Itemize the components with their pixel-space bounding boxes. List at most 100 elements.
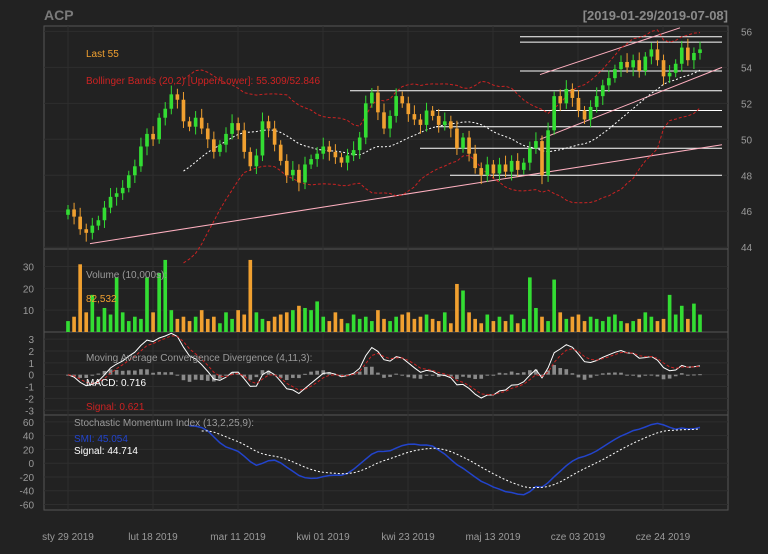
candle-body	[163, 108, 168, 118]
price-y-tick-label: 46	[741, 207, 753, 218]
volume-bar	[406, 312, 411, 332]
legend-macd-title: Moving Average Convergence Divergence (4…	[86, 353, 312, 364]
candle-body	[503, 164, 508, 172]
candle-body	[345, 155, 350, 163]
candle-body	[205, 128, 210, 140]
volume-bar	[692, 303, 696, 332]
macd-histogram-bar	[655, 374, 660, 377]
volume-bar	[169, 310, 174, 332]
macd-histogram-bar	[418, 374, 423, 379]
macd-histogram-bar	[479, 374, 484, 379]
macd-y-tick-label: 1	[28, 359, 34, 370]
price-y-tick-label: 50	[741, 135, 753, 146]
macd-histogram-bar	[485, 374, 490, 376]
candle-body	[461, 137, 465, 149]
volume-bar	[254, 312, 259, 332]
volume-bar	[436, 321, 441, 332]
legend-macd-value: MACD: 0.716	[86, 378, 146, 389]
macd-histogram-bar	[558, 368, 563, 375]
macd-histogram-bar	[151, 372, 155, 375]
macd-histogram-bar	[631, 374, 635, 376]
volume-bar	[72, 316, 76, 332]
volume-bar	[625, 323, 629, 332]
volume-bar	[528, 277, 532, 332]
macd-histogram-bar	[594, 374, 599, 376]
volume-bar	[84, 312, 89, 332]
candle-body	[388, 115, 392, 129]
volume-bar	[661, 318, 666, 332]
smi-y-tick-label: -60	[20, 500, 35, 511]
macd-histogram-bar	[120, 370, 125, 375]
macd-histogram-bar	[643, 374, 648, 376]
x-tick-label: kwi 23 2019	[381, 532, 435, 543]
macd-histogram-bar	[284, 374, 289, 381]
volume-bar	[297, 305, 301, 332]
candle-body	[212, 139, 216, 152]
macd-histogram-bar	[303, 373, 307, 375]
volume-bar	[667, 294, 672, 332]
candle-body	[552, 96, 556, 131]
volume-bar	[78, 264, 82, 332]
candle-body	[230, 123, 234, 134]
candle-body	[187, 121, 192, 127]
macd-histogram-bar	[199, 374, 204, 381]
macd-histogram-bar	[309, 371, 313, 375]
macd-histogram-bar	[357, 371, 362, 375]
volume-bar	[449, 323, 453, 332]
candle-body	[473, 153, 477, 169]
macd-histogram-bar	[424, 374, 429, 376]
smi-y-tick-label: -40	[20, 487, 35, 498]
macd-histogram-bar	[588, 374, 593, 378]
volume-bar	[582, 321, 587, 332]
volume-bar	[637, 318, 642, 332]
volume-y-tick-label: 10	[23, 306, 35, 317]
volume-bar	[266, 321, 271, 332]
x-tick-label: cze 24 2019	[636, 532, 691, 543]
macd-histogram-bar	[667, 374, 672, 379]
candle-body	[673, 63, 678, 73]
candle-body	[370, 92, 374, 104]
volume-bar	[509, 314, 514, 332]
smi-y-tick-label: 0	[28, 459, 34, 470]
volume-bar	[418, 316, 423, 332]
volume-bar	[461, 290, 465, 332]
candle-body	[449, 121, 453, 129]
macd-histogram-bar	[157, 371, 161, 375]
x-tick-label: kwi 01 2019	[296, 532, 350, 543]
macd-histogram-bar	[619, 372, 623, 375]
macd-y-tick-label: -3	[25, 406, 34, 417]
candle-body	[667, 72, 672, 77]
legend-smi-title: Stochastic Momentum Index (13,2,25,9):	[74, 418, 254, 429]
macd-histogram-bar	[637, 374, 642, 378]
volume-bar	[552, 279, 556, 332]
volume-bar	[175, 318, 180, 332]
candle-body	[637, 60, 642, 71]
macd-histogram-bar	[193, 374, 198, 380]
volume-bar	[546, 321, 550, 332]
volume-bar	[649, 316, 654, 332]
volume-bar	[291, 310, 295, 332]
candle-body	[114, 193, 119, 197]
candle-body	[169, 94, 174, 109]
candle-body	[686, 47, 690, 61]
candle-body	[90, 225, 95, 233]
macd-histogram-bar	[467, 374, 471, 378]
candle-body	[430, 110, 435, 116]
volume-bar	[187, 321, 192, 332]
legend-smi-value: SMI: 45.054	[74, 434, 128, 445]
chart-date-range: [2019-01-29/2019-07-08]	[583, 8, 728, 23]
volume-bar	[558, 312, 563, 332]
macd-histogram-bar	[175, 374, 180, 376]
candle-body	[558, 96, 563, 104]
volume-bar	[212, 316, 216, 332]
volume-bar	[698, 314, 702, 332]
candle-body	[218, 144, 222, 152]
volume-bar	[564, 318, 569, 332]
macd-histogram-bar	[163, 372, 168, 375]
macd-histogram-bar	[686, 374, 690, 376]
candle-body	[145, 133, 149, 147]
macd-histogram-bar	[582, 374, 587, 380]
volume-bar	[303, 307, 307, 332]
volume-bar	[388, 321, 392, 332]
volume-bar	[278, 314, 283, 332]
